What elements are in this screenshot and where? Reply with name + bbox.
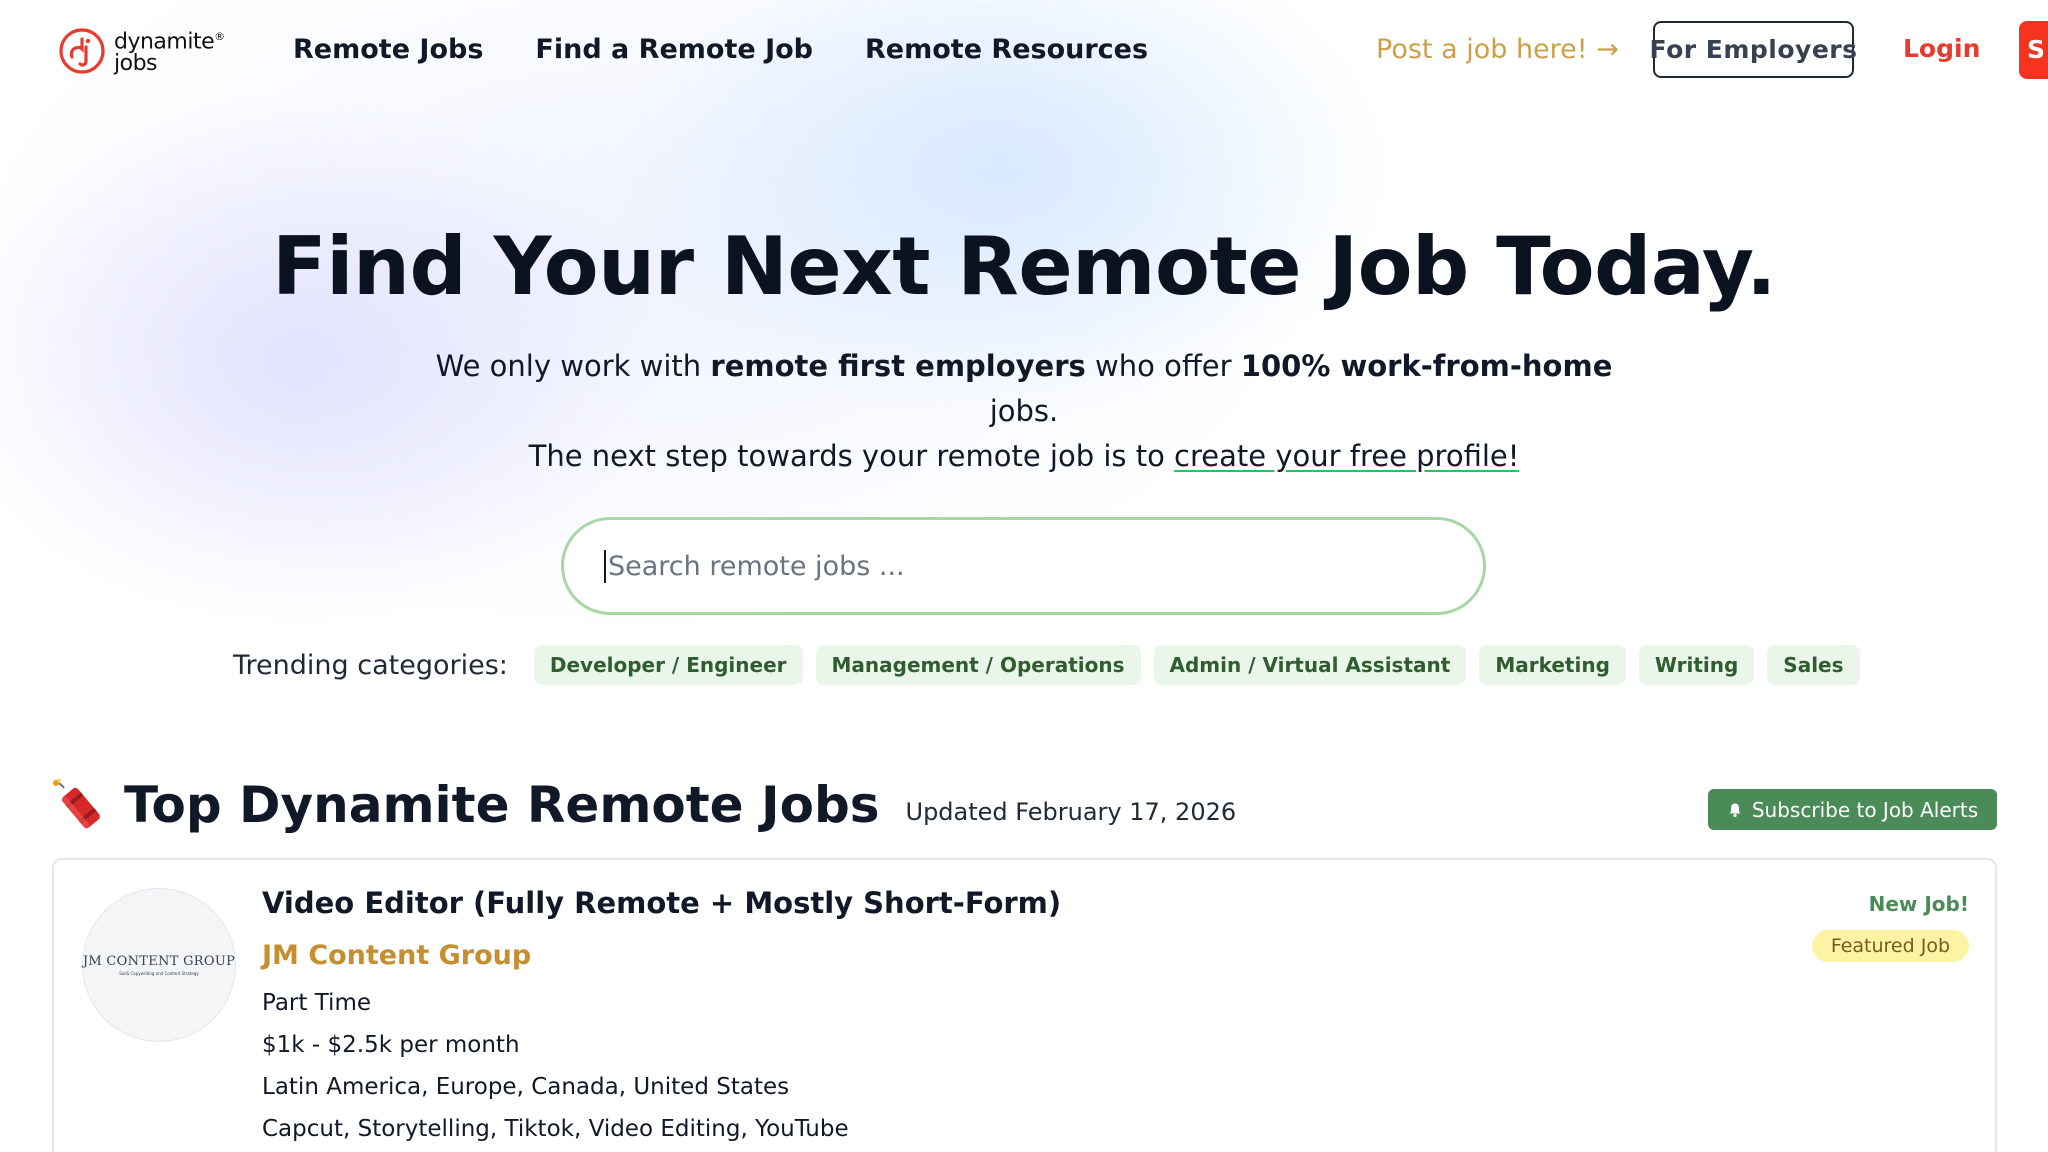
logo-wordmark: dynamite® jobs — [114, 26, 225, 75]
nav-remote-resources[interactable]: Remote Resources — [865, 34, 1148, 65]
trending-label: Trending categories: — [233, 649, 508, 681]
dynamite-jobs-logo-icon — [59, 28, 105, 74]
subscribe-label: Subscribe to Job Alerts — [1751, 797, 1979, 822]
search-input[interactable] — [604, 549, 1450, 583]
hero-sub-text-1: We only work with — [435, 349, 711, 383]
subscribe-job-alerts-button[interactable]: Subscribe to Job Alerts — [1708, 789, 1997, 830]
bell-icon — [1729, 803, 1741, 817]
job-card[interactable]: JM CONTENT GROUP SaaS Copywriting and Co… — [52, 858, 1997, 1152]
hero-sub-text-3: jobs. — [989, 394, 1059, 428]
login-link[interactable]: Login — [1903, 34, 1980, 63]
trending-categories: Trending categories: Developer / Enginee… — [233, 645, 1860, 685]
main-nav: Remote Jobs Find a Remote Job Remote Res… — [293, 34, 1148, 65]
updated-date: Updated February 17, 2026 — [905, 798, 1237, 826]
company-logo-name: JM CONTENT GROUP — [82, 954, 236, 969]
featured-job-badge: Featured Job — [1811, 930, 1969, 962]
hero-subtitle: We only work with remote first employers… — [424, 344, 1624, 479]
hero-sub-bold-1: remote first employers — [710, 349, 1086, 383]
company-logo-tagline: SaaS Copywriting and Content Strategy — [119, 971, 199, 976]
hero-sub-text-2: who offer — [1085, 349, 1241, 383]
logo-line-2: jobs — [114, 51, 157, 77]
hero-sub-text-4: The next step towards your remote job is… — [528, 439, 1175, 473]
job-locations: Latin America, Europe, Canada, United St… — [262, 1074, 790, 1100]
category-chip-sales[interactable]: Sales — [1767, 645, 1860, 685]
hero-title: Find Your Next Remote Job Today. — [271, 220, 1777, 313]
nav-find-remote-job[interactable]: Find a Remote Job — [535, 34, 813, 65]
post-job-link[interactable]: Post a job here! → — [1376, 34, 1619, 65]
site-logo[interactable]: dynamite® jobs — [58, 26, 225, 75]
category-chip-admin[interactable]: Admin / Virtual Assistant — [1153, 645, 1467, 685]
category-chip-marketing[interactable]: Marketing — [1479, 645, 1626, 685]
jobs-section-header: Top Dynamite Remote Jobs Updated Februar… — [52, 776, 1236, 834]
job-title[interactable]: Video Editor (Fully Remote + Mostly Shor… — [262, 886, 1061, 920]
category-chip-writing[interactable]: Writing — [1638, 645, 1755, 685]
category-chip-developer[interactable]: Developer / Engineer — [533, 645, 803, 685]
company-logo[interactable]: JM CONTENT GROUP SaaS Copywriting and Co… — [82, 888, 236, 1042]
company-name[interactable]: JM Content Group — [262, 940, 531, 971]
nav-remote-jobs[interactable]: Remote Jobs — [293, 34, 483, 65]
jobs-section-title: Top Dynamite Remote Jobs — [124, 776, 880, 834]
job-type: Part Time — [262, 990, 372, 1016]
firecracker-icon — [53, 778, 100, 829]
category-chip-management[interactable]: Management / Operations — [815, 645, 1141, 685]
hero-sub-bold-2: 100% work-from-home — [1240, 349, 1613, 383]
create-profile-link[interactable]: create your free profile! — [1174, 439, 1519, 473]
page: dynamite® jobs Remote Jobs Find a Remote… — [0, 0, 2048, 1152]
new-job-badge: New Job! — [1868, 892, 1969, 916]
trademark-symbol: ® — [214, 30, 225, 43]
job-skills: Capcut, Storytelling, Tiktok, Video Edit… — [262, 1116, 849, 1142]
signup-button[interactable]: S — [2019, 21, 2048, 79]
search-box — [561, 517, 1486, 615]
job-salary: $1k - $2.5k per month — [262, 1032, 520, 1058]
for-employers-button[interactable]: For Employers — [1650, 21, 1857, 78]
